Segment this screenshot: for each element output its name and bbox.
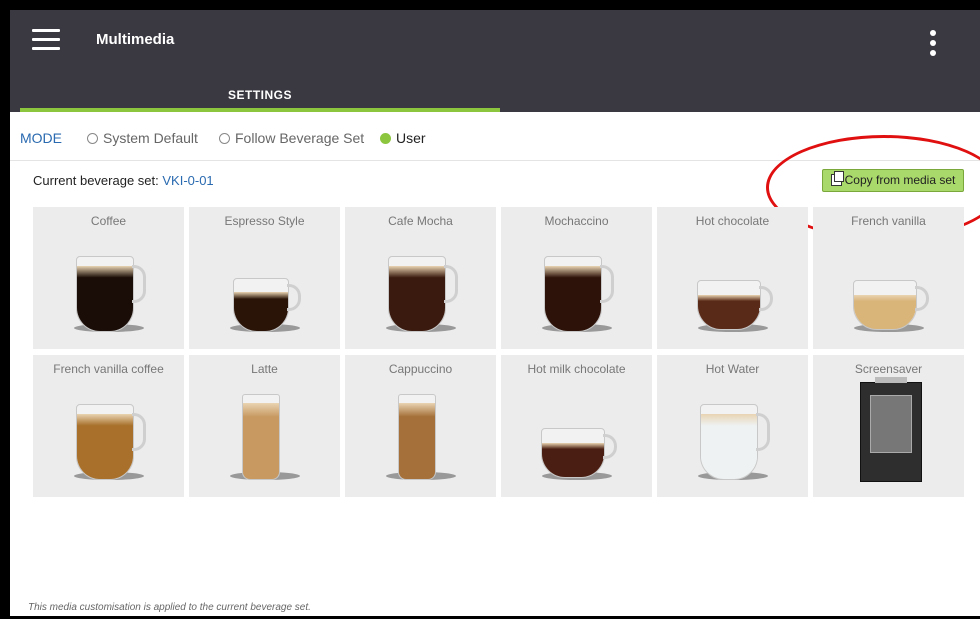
beverage-image	[501, 242, 652, 342]
beverage-tile[interactable]: Cafe Mocha	[345, 207, 496, 349]
beverage-set-label: Current beverage set:	[33, 173, 163, 188]
beverage-image	[189, 390, 340, 490]
beverage-tile[interactable]: Coffee	[33, 207, 184, 349]
radio-icon	[87, 133, 98, 144]
beverage-image	[189, 242, 340, 342]
beverage-tile[interactable]: French vanilla coffee	[33, 355, 184, 497]
beverage-image	[813, 242, 964, 342]
beverage-tile[interactable]: Screensaver	[813, 355, 964, 497]
tab-indicator	[20, 108, 500, 112]
beverage-tile-label: Latte	[251, 362, 278, 376]
beverage-tile-label: Espresso Style	[224, 214, 305, 228]
app-title: Multimedia	[96, 31, 175, 48]
radio-checked-icon	[380, 133, 391, 144]
beverage-image	[657, 242, 808, 342]
beverage-tile[interactable]: Espresso Style	[189, 207, 340, 349]
beverage-tile[interactable]: Mochaccino	[501, 207, 652, 349]
app-bar: Multimedia SETTINGS	[10, 10, 980, 112]
beverage-tile[interactable]: Cappuccino	[345, 355, 496, 497]
footnote: This media customisation is applied to t…	[28, 602, 311, 613]
mode-option-label: Follow Beverage Set	[235, 130, 365, 146]
beverage-tile-label: French vanilla	[851, 214, 926, 228]
beverage-tile-label: Cafe Mocha	[388, 214, 453, 228]
beverage-tile-label: Hot chocolate	[695, 214, 770, 228]
beverage-image	[345, 390, 496, 490]
mode-option-label: User	[396, 130, 426, 146]
beverage-tile[interactable]: Hot Water	[657, 355, 808, 497]
app-screen: Multimedia SETTINGS MODE System Default …	[10, 10, 980, 616]
beverage-image	[657, 390, 808, 490]
mode-option-system-default[interactable]: System Default	[87, 130, 198, 146]
menu-icon[interactable]	[32, 29, 60, 51]
copy-button-label: Copy from media set	[844, 173, 956, 187]
mode-row: MODE System Default Follow Beverage Set …	[10, 113, 980, 161]
screenshot-frame: Multimedia SETTINGS MODE System Default …	[0, 0, 980, 619]
beverage-tile[interactable]: Latte	[189, 355, 340, 497]
beverage-tile-label: French vanilla coffee	[53, 362, 164, 376]
beverage-tile-label: Screensaver	[854, 362, 923, 376]
more-options-icon[interactable]	[927, 28, 939, 58]
mode-option-label: System Default	[103, 130, 198, 146]
mode-option-user[interactable]: User	[380, 130, 426, 146]
beverage-tile-label: Hot Water	[705, 362, 760, 376]
beverage-image	[33, 242, 184, 342]
beverage-tile[interactable]: Hot chocolate	[657, 207, 808, 349]
current-beverage-set: Current beverage set: VKI-0-01	[33, 173, 214, 188]
beverage-tile[interactable]: French vanilla	[813, 207, 964, 349]
coffee-machine-image	[860, 377, 922, 482]
beverage-image	[813, 377, 964, 490]
copy-from-media-set-button[interactable]: Copy from media set	[822, 169, 964, 192]
mode-label: MODE	[20, 130, 62, 146]
beverage-tile-label: Hot milk chocolate	[527, 362, 626, 376]
beverage-tile-label: Mochaccino	[544, 214, 609, 228]
radio-icon	[219, 133, 230, 144]
copy-icon	[830, 171, 844, 186]
beverage-tile[interactable]: Hot milk chocolate	[501, 355, 652, 497]
beverage-tile-label: Cappuccino	[388, 362, 453, 376]
beverage-image	[33, 390, 184, 490]
beverage-image	[501, 390, 652, 490]
beverage-set-value[interactable]: VKI-0-01	[162, 173, 213, 188]
beverage-image	[345, 242, 496, 342]
beverage-tile-label: Coffee	[90, 214, 127, 228]
mode-option-follow-beverage-set[interactable]: Follow Beverage Set	[219, 130, 364, 146]
